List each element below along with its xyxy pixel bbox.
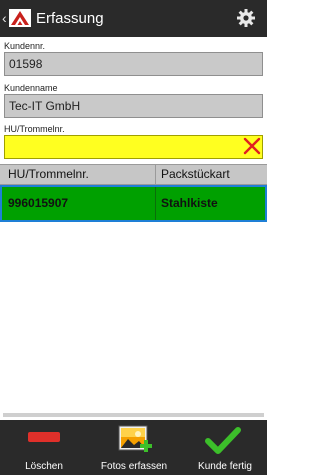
clear-icon[interactable] xyxy=(242,136,262,156)
back-chevron-icon[interactable]: ‹ xyxy=(2,9,7,27)
customer-done-button[interactable]: Kunde fertig xyxy=(190,420,260,475)
capture-photos-label: Fotos erfassen xyxy=(100,461,168,472)
delete-button-label: Löschen xyxy=(25,461,63,472)
customer-name-field[interactable]: Tec-IT GmbH xyxy=(4,94,263,118)
drum-number-label: HU/Trommelnr. xyxy=(4,124,65,134)
column-header-drum-number[interactable]: HU/Trommelnr. xyxy=(8,165,89,184)
customer-done-label: Kunde fertig xyxy=(198,461,252,472)
add-photo-icon xyxy=(118,425,152,452)
table-header: HU/Trommelnr. Packstückart xyxy=(0,164,267,185)
checkmark-icon xyxy=(205,427,241,454)
delete-button[interactable]: Löschen xyxy=(14,420,74,475)
customer-name-label: Kundenname xyxy=(4,83,58,93)
app-logo-icon xyxy=(9,9,31,27)
customer-number-label: Kundennr. xyxy=(4,41,46,51)
column-divider xyxy=(155,165,156,184)
customer-number-field[interactable]: 01598 xyxy=(4,52,263,76)
drum-number-input[interactable] xyxy=(4,135,263,159)
row-package-type: Stahlkiste xyxy=(161,196,218,210)
bottom-toolbar: Löschen Fotos erfassen Kunde fertig xyxy=(0,420,267,475)
app-bar: ‹ Erfassung xyxy=(0,0,267,37)
gear-icon[interactable] xyxy=(236,8,256,28)
column-header-package-type[interactable]: Packstückart xyxy=(161,165,230,184)
column-divider xyxy=(155,187,156,220)
horizontal-scrollbar[interactable] xyxy=(3,413,264,417)
minus-icon xyxy=(28,432,60,442)
page-title: Erfassung xyxy=(36,10,104,27)
table-row[interactable]: 996015907 Stahlkiste xyxy=(0,185,267,222)
row-drum-number: 996015907 xyxy=(8,196,69,210)
capture-photos-button[interactable]: Fotos erfassen xyxy=(94,420,174,475)
